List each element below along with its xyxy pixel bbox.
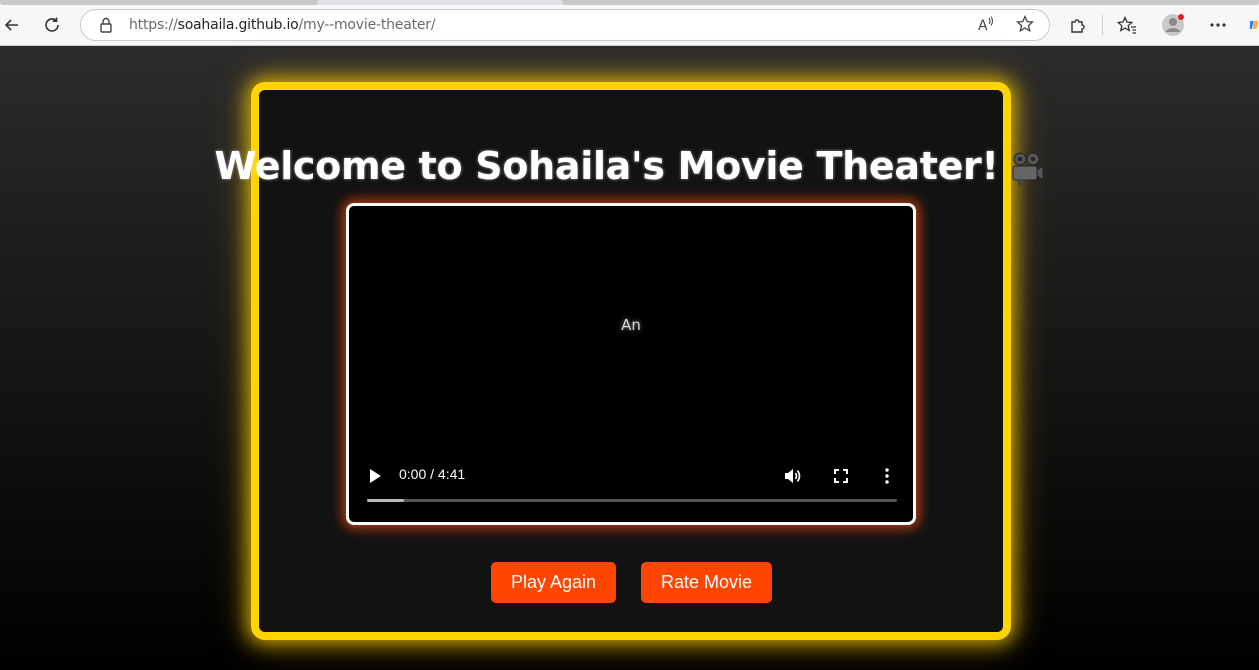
read-aloud-icon: A xyxy=(978,16,994,34)
refresh-button[interactable] xyxy=(40,5,64,45)
fullscreen-icon xyxy=(834,469,848,483)
browser-toolbar: https://soahaila.github.io/my--movie-the… xyxy=(0,5,1259,46)
page-title: Welcome to Sohaila's Movie Theater! xyxy=(0,144,1259,196)
copilot-icon xyxy=(1249,21,1259,29)
play-again-button[interactable]: Play Again xyxy=(491,562,616,603)
copilot-button[interactable] xyxy=(1249,5,1259,45)
back-button[interactable] xyxy=(0,5,22,45)
avatar-icon xyxy=(1162,14,1184,36)
buffered-progress xyxy=(367,499,405,502)
favorite-button[interactable] xyxy=(1015,14,1035,38)
favorites-star-icon xyxy=(1117,16,1136,34)
puzzle-icon xyxy=(1071,19,1085,33)
refresh-icon xyxy=(45,17,59,32)
video-frame-text: An xyxy=(621,316,641,334)
mute-button[interactable] xyxy=(782,466,804,486)
favorites-button[interactable] xyxy=(1115,5,1139,45)
toolbar-divider xyxy=(1102,15,1103,35)
more-dots-icon xyxy=(1210,23,1226,27)
play-button[interactable] xyxy=(365,466,385,486)
extensions-button[interactable] xyxy=(1066,5,1090,45)
rate-movie-button[interactable]: Rate Movie xyxy=(641,562,772,603)
url-scheme: https:// xyxy=(129,17,178,33)
page-title-text: Welcome to Sohaila's Movie Theater! xyxy=(214,144,999,188)
more-options-button[interactable] xyxy=(877,466,897,486)
url-path: /my--movie-theater/ xyxy=(298,17,436,33)
svg-text:A: A xyxy=(978,18,988,33)
video-player[interactable]: An 0:00 / 4:41 xyxy=(346,203,916,525)
star-icon xyxy=(1015,14,1035,33)
url-host: soahaila.github.io xyxy=(177,17,299,33)
video-controls: 0:00 / 4:41 xyxy=(349,454,913,504)
movie-camera-icon xyxy=(1009,151,1045,196)
settings-menu-button[interactable] xyxy=(1206,5,1230,45)
read-aloud-button[interactable]: A xyxy=(977,15,995,38)
play-icon xyxy=(370,469,381,483)
more-vertical-icon xyxy=(885,468,889,484)
time-display: 0:00 / 4:41 xyxy=(399,466,466,482)
url-text[interactable]: https://soahaila.github.io/my--movie-the… xyxy=(129,17,436,33)
lock-icon[interactable] xyxy=(99,17,113,33)
fullscreen-button[interactable] xyxy=(830,466,852,486)
page-body: Welcome to Sohaila's Movie Theater! An 0… xyxy=(0,46,1259,670)
seek-bar[interactable] xyxy=(367,499,897,502)
back-arrow-icon xyxy=(4,19,18,31)
volume-icon xyxy=(785,469,801,483)
address-bar[interactable]: https://soahaila.github.io/my--movie-the… xyxy=(80,9,1050,41)
profile-button[interactable] xyxy=(1161,5,1185,45)
